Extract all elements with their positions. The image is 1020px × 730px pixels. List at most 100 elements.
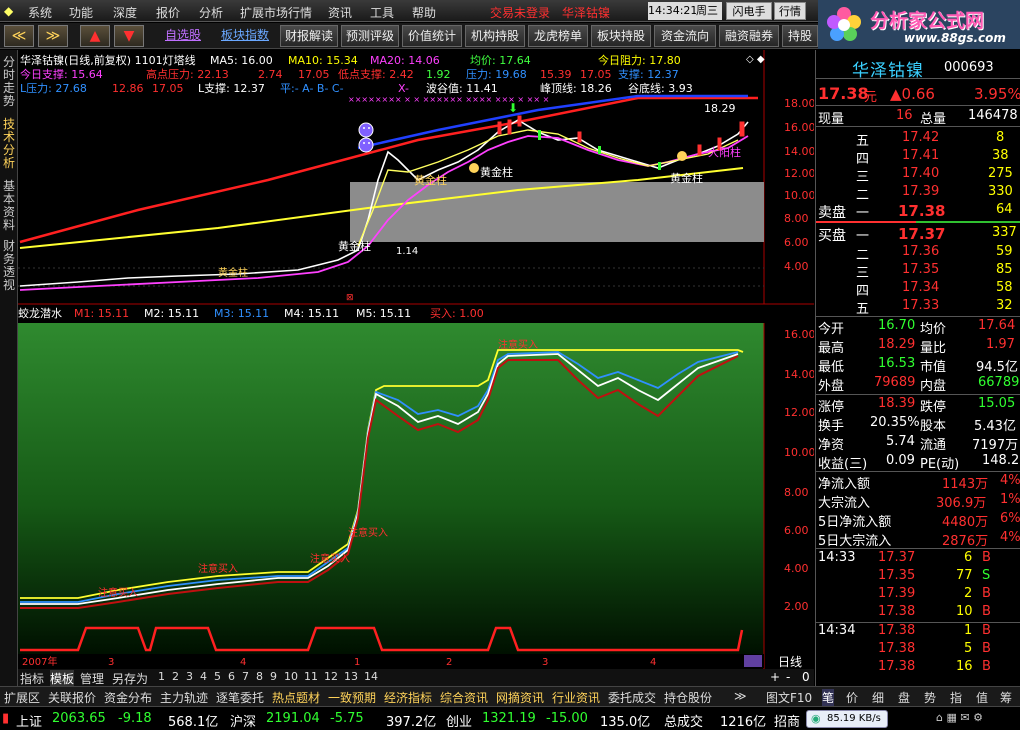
tab-ticks[interactable]: 笔 (822, 689, 835, 706)
back-button[interactable]: ≪ (4, 25, 34, 47)
tab-order-fills[interactable]: 委托成交 (608, 689, 656, 706)
tab-ext-zone[interactable]: 扩展区 (4, 689, 40, 706)
tab-web-news[interactable]: 网摘资讯 (496, 689, 544, 706)
scroll-handle[interactable] (744, 655, 762, 667)
cy-label[interactable]: 创业 (446, 711, 472, 730)
tb-holding-change[interactable]: 持股变 (782, 25, 818, 47)
tab-12[interactable]: 12 (324, 670, 338, 683)
period-label[interactable]: 日线 (778, 653, 802, 670)
tab-main-track[interactable]: 主力轨迹 (160, 689, 208, 706)
up-button[interactable]: ▲ (80, 25, 110, 47)
ask-price[interactable]: 17.42 (902, 130, 939, 145)
tab-index[interactable]: 指 (950, 689, 962, 706)
tab-positions[interactable]: 持仓股份 (664, 689, 712, 706)
tab-indicator[interactable]: 指标 (20, 670, 44, 687)
speed-widget[interactable]: ◉ 85.19 KB/s (806, 710, 888, 728)
zoom-in-button[interactable]: + (770, 670, 780, 684)
tab-11[interactable]: 11 (304, 670, 318, 683)
flash-trade-button[interactable]: 闪电手 (726, 2, 772, 20)
bid-price[interactable]: 17.33 (902, 298, 939, 313)
tab-6[interactable]: 6 (228, 670, 235, 683)
more-tabs-button[interactable]: ≫ (734, 689, 747, 703)
buy-tip: 注意买入 (348, 526, 388, 539)
stat-label: 最高 (818, 341, 845, 356)
tab-fundamentals[interactable]: 基本资料 (2, 180, 16, 232)
menu-ext-market[interactable]: 扩展市场行情 (240, 4, 312, 21)
tb-financial-report[interactable]: 财报解读 (280, 25, 338, 47)
tb-fund-flow[interactable]: 资金流向 (654, 25, 716, 47)
tab-consensus[interactable]: 一致预期 (328, 689, 376, 706)
tb-value-stats[interactable]: 价值统计 (402, 25, 462, 47)
tab-save-as[interactable]: 另存为 (112, 670, 148, 687)
tab-intraday[interactable]: 分时走势 (2, 56, 16, 108)
tab-chips[interactable]: 筹 (1000, 689, 1012, 706)
tb-margin-trading[interactable]: 融资融券 (719, 25, 779, 47)
bid-price[interactable]: 17.37 (898, 225, 945, 243)
menu-depth[interactable]: 深度 (113, 4, 137, 21)
tab-3[interactable]: 3 (186, 670, 193, 683)
hs-label[interactable]: 沪深 (230, 711, 256, 730)
tab-1[interactable]: 1 (158, 670, 165, 683)
tick-volume: 1 (964, 623, 973, 638)
zoom-out-button[interactable]: - (786, 670, 790, 684)
app-icon[interactable]: ◆ (4, 4, 13, 18)
tab-10[interactable]: 10 (284, 670, 298, 683)
tab-4[interactable]: 4 (200, 670, 207, 683)
tab-manage[interactable]: 管理 (80, 670, 104, 687)
tab-industry-news[interactable]: 行业资讯 (552, 689, 600, 706)
tab-2[interactable]: 2 (172, 670, 179, 683)
tab-detail[interactable]: 细 (872, 689, 884, 706)
tab-9[interactable]: 9 (270, 670, 277, 683)
menu-quote[interactable]: 报价 (156, 4, 180, 21)
tab-technical[interactable]: 技术分析 (2, 118, 16, 170)
tab-value[interactable]: 值 (976, 689, 988, 706)
tab-econ-indicators[interactable]: 经济指标 (384, 689, 432, 706)
menu-news[interactable]: 资讯 (328, 4, 352, 21)
reset-button[interactable]: 0 (802, 670, 810, 684)
tab-financials[interactable]: 财务透视 (2, 240, 16, 292)
ask-price[interactable]: 17.39 (902, 184, 939, 199)
trade-status[interactable]: 交易未登录 (490, 4, 550, 21)
tab-14[interactable]: 14 (364, 670, 378, 683)
bid-price[interactable]: 17.35 (902, 262, 939, 277)
ask-price[interactable]: 17.41 (902, 148, 939, 163)
tb-institution-holding[interactable]: 机构持股 (465, 25, 525, 47)
tick-price: 17.38 (878, 604, 916, 619)
tab-7[interactable]: 7 (242, 670, 249, 683)
menu-system[interactable]: 系统 (28, 4, 52, 21)
sub-chart-panel[interactable] (18, 323, 764, 654)
tab-book[interactable]: 盘 (898, 689, 910, 706)
tray-icons[interactable]: ⌂ ▦ ✉ ⚙ (936, 711, 983, 724)
tb-sector-holding[interactable]: 板块持股 (591, 25, 651, 47)
tab-8[interactable]: 8 (256, 670, 263, 683)
tab-trend[interactable]: 势 (924, 689, 936, 706)
menu-tools[interactable]: 工具 (370, 4, 394, 21)
forward-button[interactable]: ≫ (38, 25, 68, 47)
sh-label[interactable]: 上证 (16, 711, 42, 730)
panel-controls-icon[interactable]: ◇ ◆ (746, 54, 765, 65)
quote-button[interactable]: 行情 (774, 2, 806, 20)
tab-tick-orders[interactable]: 逐笔委托 (216, 689, 264, 706)
menu-help[interactable]: 帮助 (412, 4, 436, 21)
tab-f10[interactable]: 图文F10 (766, 689, 812, 706)
sector-index-link[interactable]: 板块指数 (216, 25, 274, 47)
tab-price[interactable]: 价 (846, 689, 858, 706)
menu-function[interactable]: 功能 (69, 4, 93, 21)
tab-5[interactable]: 5 (214, 670, 221, 683)
broker-label[interactable]: 招商 (774, 711, 800, 730)
down-button[interactable]: ▼ (114, 25, 144, 47)
tab-template[interactable]: 模板 (50, 670, 75, 687)
ask-price[interactable]: 17.38 (898, 202, 945, 220)
tb-forecast-rating[interactable]: 预测评级 (341, 25, 399, 47)
watchlist-link[interactable]: 自选股 (158, 25, 208, 47)
tab-hot-topics[interactable]: 热点题材 (272, 689, 320, 706)
tb-dragon-tiger[interactable]: 龙虎榜单 (528, 25, 588, 47)
tab-related-quote[interactable]: 关联报价 (48, 689, 96, 706)
tab-general-news[interactable]: 综合资讯 (440, 689, 488, 706)
ask-price[interactable]: 17.40 (902, 166, 939, 181)
bid-price[interactable]: 17.36 (902, 244, 939, 259)
menu-analysis[interactable]: 分析 (199, 4, 223, 21)
tab-13[interactable]: 13 (344, 670, 358, 683)
bid-price[interactable]: 17.34 (902, 280, 939, 295)
tab-fund-distribution[interactable]: 资金分布 (104, 689, 152, 706)
